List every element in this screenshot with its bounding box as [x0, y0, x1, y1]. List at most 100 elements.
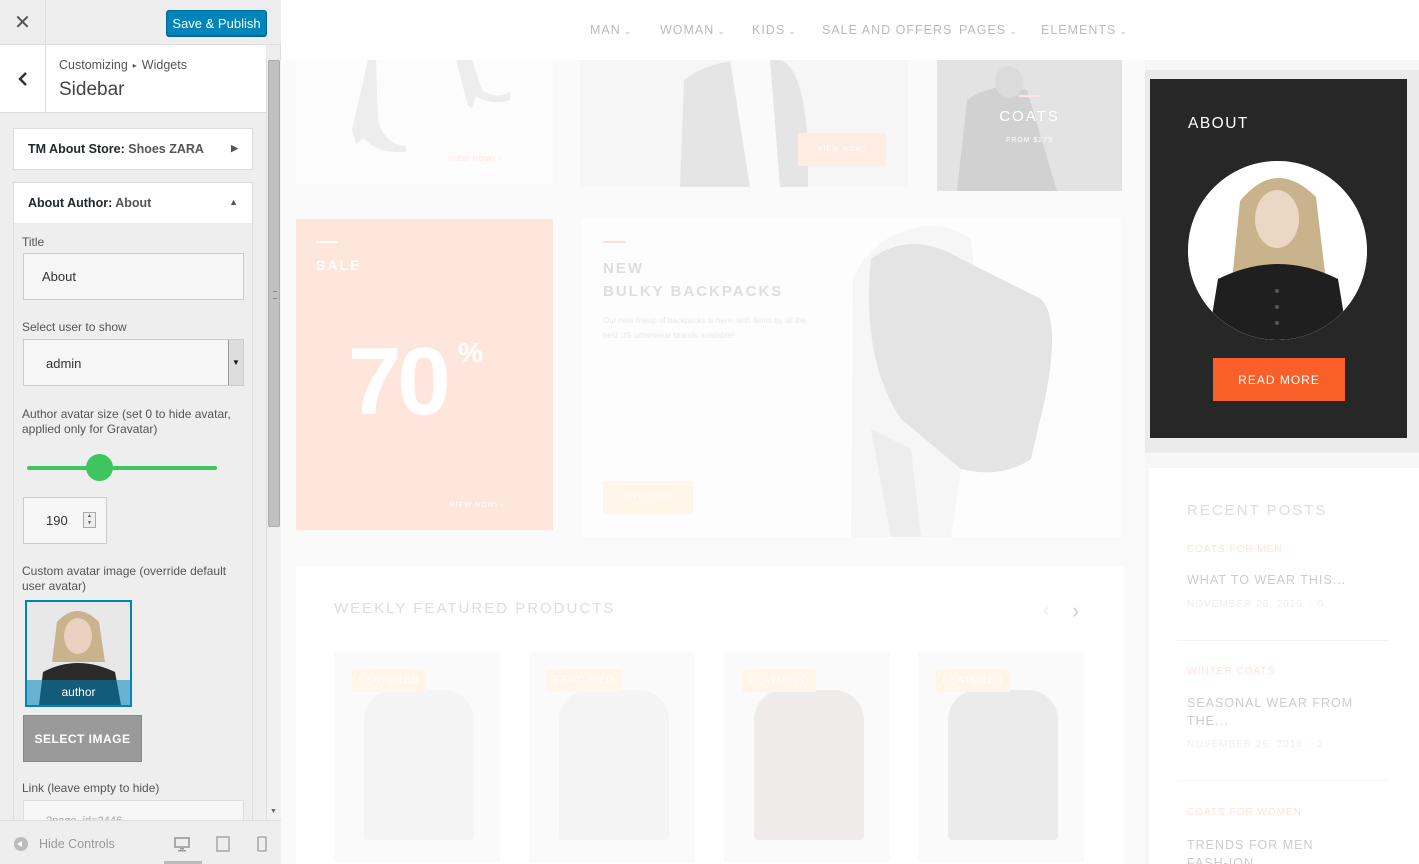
backpack-model-image: [851, 225, 1053, 537]
banner-coats[interactable]: COATS FROM $279: [937, 60, 1122, 191]
mobile-preview-icon[interactable]: [254, 836, 270, 852]
comment-icon: ◌: [1306, 599, 1314, 610]
product-card[interactable]: FEATURED: [529, 652, 695, 862]
hide-controls-label: Hide Controls: [39, 837, 115, 851]
view-now-button[interactable]: VIEW NOW!: [603, 481, 693, 514]
nav-label: WOMAN: [660, 23, 715, 37]
comment-count: 2: [1317, 739, 1325, 750]
chevron-down-icon: ⌄: [1119, 26, 1128, 36]
product-card[interactable]: FEATURED: [918, 652, 1084, 862]
widget-tm-about-store[interactable]: TM About Store: Shoes ZARA ▶: [13, 128, 253, 170]
chevron-down-icon: ⌄: [623, 26, 633, 36]
product-image: [559, 690, 669, 840]
hide-controls-button[interactable]: Hide Controls: [14, 837, 115, 851]
featured-badge: FEATURED: [352, 670, 426, 692]
avatar-size-label: Author avatar size (set 0 to hide avatar…: [22, 407, 231, 436]
widget-type-label: TM About Store:: [28, 142, 125, 156]
user-select-value: admin: [46, 356, 82, 371]
close-customizer-button[interactable]: ✕: [0, 0, 46, 45]
chevron-down-icon: ⌄: [788, 26, 797, 36]
product-image: [364, 690, 474, 840]
view-now-link[interactable]: VIEW NOW! ›: [450, 502, 504, 509]
dropdown-arrow-icon[interactable]: ▼: [228, 340, 243, 385]
chevron-left-icon: [17, 71, 27, 86]
site-navigation: MAN ⌄ WOMAN ⌄ KIDS ⌄ SALE AND OFFERS PAGES ⌄…: [281, 0, 1419, 60]
backpacks-divider: [603, 241, 625, 243]
author-avatar: [1188, 161, 1367, 340]
chevron-down-icon: ⌄: [1009, 26, 1018, 36]
avatar-size-slider-handle[interactable]: [85, 454, 113, 481]
widget-title-label: About: [115, 196, 152, 210]
avatar-size-slider-track[interactable]: [27, 466, 217, 470]
widget-about-author[interactable]: About Author: About ▲: [13, 182, 253, 224]
author-photo-image: [1188, 161, 1367, 340]
spinner-arrows-icon[interactable]: ▲ ▼: [83, 512, 96, 528]
backpacks-title-line-2: BULKY BACKPACKS: [603, 283, 784, 300]
sale-divider: [316, 241, 338, 243]
title-input[interactable]: About: [23, 253, 244, 300]
collapse-arrow-icon[interactable]: ▲: [229, 197, 238, 207]
scrollbar-thumb[interactable]: [268, 60, 280, 527]
recent-posts-title: RECENT POSTS: [1187, 502, 1328, 519]
user-select[interactable]: admin ▼: [23, 339, 244, 386]
post-category[interactable]: COATS FOR MEN: [1187, 544, 1283, 555]
nav-item-man[interactable]: MAN ⌄: [590, 23, 632, 37]
post-date: NOVEMBER 26, 2016 ◌ 0: [1187, 599, 1324, 610]
product-card[interactable]: FEATURED: [334, 652, 500, 862]
collapse-icon: [14, 837, 28, 851]
breadcrumb-customizing: Customizing: [59, 58, 128, 72]
weekly-featured-title: WEEKLY FEATURED PRODUCTS: [334, 600, 616, 617]
panel-scrollbar[interactable]: ▼: [266, 60, 281, 820]
backpacks-banner[interactable]: NEW BULKY BACKPACKS Our new lineup of ba…: [581, 219, 1121, 537]
nav-label: MAN: [590, 23, 621, 37]
section-header: Customizing ▸ Widgets Sidebar: [0, 45, 266, 113]
product-image: [948, 690, 1058, 840]
post-date: NOVEMBER 26, 2016 ◌ 2: [1187, 739, 1324, 750]
scroll-down-arrow-icon[interactable]: ▼: [270, 808, 277, 815]
view-now-link[interactable]: VIEW NOW! ›: [448, 156, 502, 163]
banner-shoes[interactable]: VIEW NOW! ›: [296, 60, 553, 184]
nav-label: KIDS: [752, 23, 786, 37]
product-card[interactable]: FEATURED: [724, 652, 890, 862]
sale-banner[interactable]: SALE 70 % VIEW NOW! ›: [296, 219, 553, 530]
featured-badge: FEATURED: [742, 670, 816, 692]
avatar-size-value: 190: [46, 513, 68, 528]
coats-title: COATS: [999, 108, 1060, 125]
site-preview: MAN ⌄ WOMAN ⌄ KIDS ⌄ SALE AND OFFERS PAGES ⌄…: [281, 0, 1419, 864]
featured-badge: FEATURED: [936, 670, 1010, 692]
avatar-size-input[interactable]: 190 ▲ ▼: [23, 497, 107, 544]
post-category[interactable]: WINTER COATS: [1187, 666, 1275, 677]
comment-count: 0: [1317, 599, 1325, 610]
nav-item-kids[interactable]: KIDS ⌄: [752, 23, 797, 37]
link-input[interactable]: ?page_id=2446: [23, 800, 244, 820]
back-button[interactable]: [0, 45, 46, 112]
post-category[interactable]: COATS FOR WOMEN: [1187, 807, 1302, 818]
avatar-thumbnail[interactable]: author: [25, 600, 132, 707]
nav-item-sale-and-offers[interactable]: SALE AND OFFERS: [822, 23, 952, 37]
breadcrumb-widgets: Widgets: [141, 58, 187, 72]
carousel-prev-icon[interactable]: ‹: [1043, 600, 1049, 621]
section-title: Sidebar: [59, 79, 125, 100]
save-publish-button[interactable]: Save & Publish: [166, 10, 267, 36]
read-more-button[interactable]: READ MORE: [1213, 358, 1345, 401]
nav-item-woman[interactable]: WOMAN ⌄: [660, 23, 726, 37]
banner-jacket[interactable]: VIEW NOW!: [580, 60, 908, 187]
select-user-label: Select user to show: [22, 320, 127, 334]
avatar-caption: author: [27, 680, 130, 705]
nav-item-pages[interactable]: PAGES ⌄: [959, 23, 1018, 37]
view-now-button[interactable]: VIEW NOW!: [798, 133, 886, 166]
post-title[interactable]: TRENDS FOR MEN FASH-ION...: [1187, 836, 1357, 864]
percent-sign: %: [458, 337, 483, 368]
recent-posts-widget: RECENT POSTS COATS FOR MEN WHAT TO WEAR …: [1149, 468, 1419, 864]
carousel-next-icon[interactable]: ›: [1072, 598, 1079, 624]
tablet-preview-icon[interactable]: [215, 836, 231, 852]
post-title[interactable]: WHAT TO WEAR THIS...: [1187, 571, 1357, 589]
post-title[interactable]: SEASONAL WEAR FROM THE...: [1187, 694, 1357, 730]
nav-item-elements[interactable]: ELEMENTS ⌄: [1041, 23, 1128, 37]
select-image-button[interactable]: SELECT IMAGE: [23, 715, 142, 762]
sale-percentage: 70: [348, 328, 451, 435]
expand-arrow-icon[interactable]: ▶: [231, 143, 238, 154]
coats-subtitle: FROM $279: [1005, 137, 1054, 144]
nav-label: SALE AND OFFERS: [822, 23, 953, 37]
desktop-preview-icon[interactable]: [174, 836, 190, 852]
